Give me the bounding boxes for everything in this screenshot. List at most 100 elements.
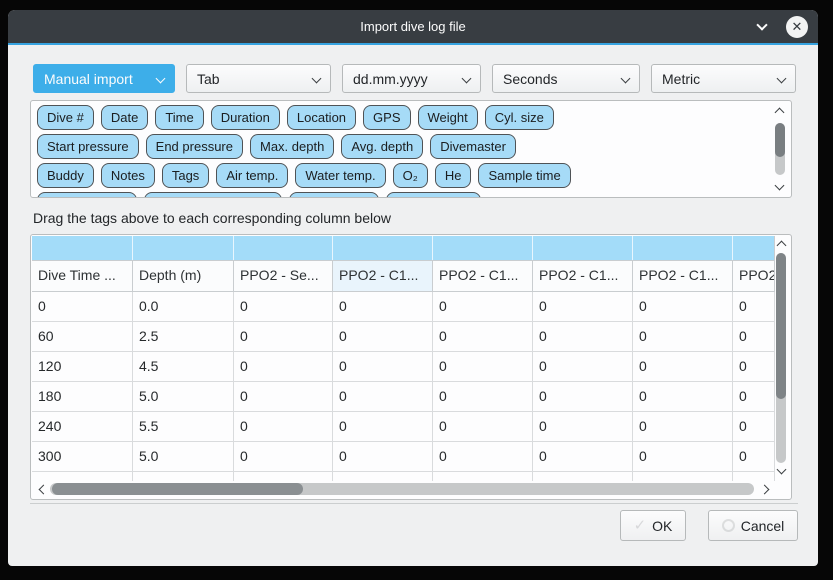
duration-format-combo-value: Seconds: [503, 71, 557, 87]
scroll-up-icon[interactable]: [777, 241, 787, 251]
table-hscroll-track[interactable]: [50, 483, 754, 495]
chevron-down-icon: [156, 74, 166, 84]
table-cell: 0: [633, 412, 733, 441]
scroll-left-icon[interactable]: [39, 485, 49, 495]
column-header-cell[interactable]: Depth (m): [133, 261, 234, 291]
tag-water-temp[interactable]: Water temp.: [295, 163, 385, 188]
table-cell: 0: [533, 442, 633, 471]
table-cell: 0: [234, 442, 333, 471]
column-drop-cell[interactable]: [234, 236, 333, 260]
tag-he[interactable]: He: [435, 163, 472, 188]
table-cell: 0: [234, 292, 333, 321]
tag-tags[interactable]: Tags: [162, 163, 209, 188]
column-header-cell[interactable]: Dive Time ...: [32, 261, 133, 291]
chevron-down-icon: [462, 74, 472, 84]
window-title: Import dive log file: [360, 19, 466, 34]
field-separator-combo-value: Tab: [197, 71, 220, 87]
chevron-down-icon: [621, 74, 631, 84]
column-header-cell[interactable]: PPO2 - C1...: [433, 261, 533, 291]
import-options-toolbar: Manual import Tab dd.mm.yyyy Seconds Metric: [33, 64, 796, 93]
field-separator-combo[interactable]: Tab: [186, 64, 331, 93]
tag-sample-time[interactable]: Sample time: [478, 163, 570, 188]
table-cell: 5.0: [133, 382, 234, 411]
table-cell: 0.0: [133, 292, 234, 321]
cancel-button[interactable]: Cancel: [708, 510, 798, 541]
table-row: 3005.0000000: [32, 442, 775, 472]
table-cell: 0: [533, 412, 633, 441]
column-drop-cell[interactable]: [32, 236, 133, 260]
table-row: 1805.0000000: [32, 382, 775, 412]
ok-button[interactable]: ✓ OK: [620, 510, 686, 541]
cancel-icon: [722, 519, 735, 532]
column-header-cell[interactable]: PPO2 - C1...: [733, 261, 775, 291]
import-dialog-window: Import dive log file ✕ Manual import Tab d…: [8, 10, 818, 566]
table-cell: 60: [32, 322, 133, 351]
table-vscroll-track[interactable]: [776, 253, 786, 463]
tag-location[interactable]: Location: [287, 105, 356, 130]
tag-avg-depth[interactable]: Avg. depth: [341, 134, 423, 159]
table-vscroll-thumb[interactable]: [776, 253, 786, 399]
column-header-cell[interactable]: PPO2 - C1...: [633, 261, 733, 291]
tag-end-pressure[interactable]: End pressure: [146, 134, 243, 159]
tag-dive[interactable]: Dive #: [37, 105, 94, 130]
chevron-down-icon: [777, 74, 787, 84]
table-cell: 180: [32, 382, 133, 411]
date-format-combo[interactable]: dd.mm.yyyy: [342, 64, 481, 93]
tag-pool-rows: Dive # Date Time Duration Location GPS Weight C…: [31, 101, 791, 197]
duration-format-combo[interactable]: Seconds: [492, 64, 640, 93]
tag-scroll-thumb[interactable]: [775, 123, 785, 157]
tag-scroll-track[interactable]: [775, 123, 785, 175]
table-cell: 0: [333, 382, 433, 411]
tag-notes[interactable]: Notes: [101, 163, 155, 188]
ok-button-label: OK: [652, 518, 672, 534]
tag-sample-depth[interactable]: Sample depth: [37, 192, 137, 197]
table-cell: 4.5: [133, 352, 234, 381]
tag-weight[interactable]: Weight: [418, 105, 478, 130]
column-drop-cell[interactable]: [433, 236, 533, 260]
import-type-combo[interactable]: Manual import: [33, 64, 175, 93]
tag-pool-scrollbar[interactable]: [773, 109, 787, 189]
tag-divemaster[interactable]: Divemaster: [430, 134, 516, 159]
tag-start-pressure[interactable]: Start pressure: [37, 134, 139, 159]
window-shade-button[interactable]: [752, 17, 772, 37]
table-cell: 0: [433, 382, 533, 411]
column-header-cell[interactable]: PPO2 - Se...: [234, 261, 333, 291]
tag-buddy[interactable]: Buddy: [37, 163, 94, 188]
table-cell: 0: [234, 412, 333, 441]
column-header-cell[interactable]: PPO2 - C1...: [333, 261, 433, 291]
table-cell: 5.0: [133, 442, 234, 471]
tag-sample-po[interactable]: Sample pO₂: [289, 192, 379, 197]
scroll-up-icon[interactable]: [775, 108, 785, 118]
column-drop-cell[interactable]: [633, 236, 733, 260]
column-drop-cell[interactable]: [333, 236, 433, 260]
column-drop-cell[interactable]: [733, 236, 775, 260]
table-vertical-scrollbar[interactable]: [773, 236, 790, 481]
scroll-right-icon[interactable]: [760, 485, 770, 495]
column-header-cell[interactable]: PPO2 - C1...: [533, 261, 633, 291]
tag-date[interactable]: Date: [101, 105, 148, 130]
tag-sample-cns[interactable]: Sample CNS: [386, 192, 481, 197]
tag-sample-temperature[interactable]: Sample temperature: [144, 192, 282, 197]
tag-gps[interactable]: GPS: [363, 105, 410, 130]
table-hscroll-thumb[interactable]: [52, 483, 303, 495]
table-cell: 0: [633, 442, 733, 471]
tag-max-depth[interactable]: Max. depth: [250, 134, 334, 159]
column-drop-cell[interactable]: [533, 236, 633, 260]
table-cell: 300: [32, 442, 133, 471]
units-combo[interactable]: Metric: [651, 64, 796, 93]
tag-duration[interactable]: Duration: [211, 105, 280, 130]
table-cell: 0: [533, 292, 633, 321]
tag-time[interactable]: Time: [155, 105, 203, 130]
scroll-down-icon[interactable]: [777, 465, 787, 475]
table-cell: 0: [333, 322, 433, 351]
titlebar[interactable]: Import dive log file ✕: [8, 10, 818, 43]
tag-o[interactable]: O₂: [393, 163, 428, 188]
tag-cyl-size[interactable]: Cyl. size: [485, 105, 554, 130]
table-horizontal-scrollbar[interactable]: [32, 480, 790, 498]
column-drop-cell[interactable]: [133, 236, 234, 260]
tag-air-temp[interactable]: Air temp.: [216, 163, 288, 188]
window-close-button[interactable]: ✕: [786, 16, 808, 38]
scroll-down-icon[interactable]: [775, 181, 785, 191]
table-cell: 0: [234, 382, 333, 411]
table-cell: 0: [433, 412, 533, 441]
